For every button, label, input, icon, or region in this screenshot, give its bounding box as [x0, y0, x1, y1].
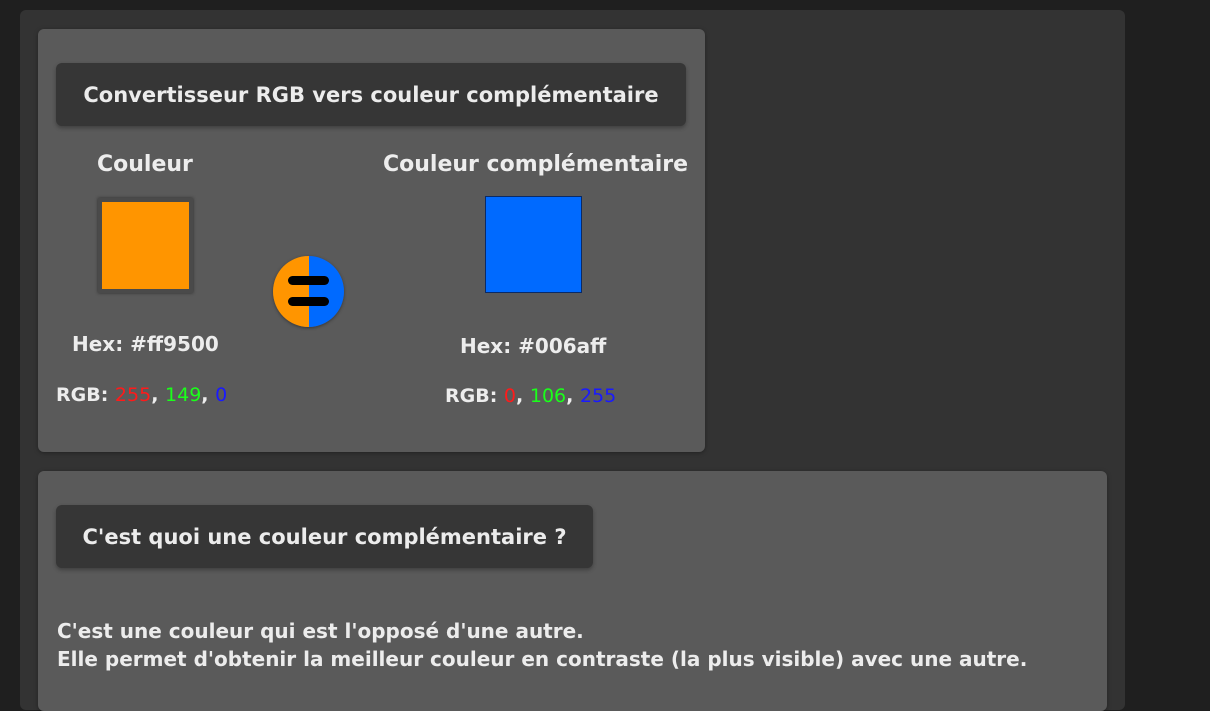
info-line-1: C'est une couleur qui est l'opposé d'une…: [57, 619, 584, 643]
rgb-separator: ,: [566, 385, 580, 407]
source-rgb: RGB: 255, 149, 0: [56, 384, 227, 406]
rgb-green-value: 149: [165, 384, 202, 406]
source-color-swatch[interactable]: [98, 198, 193, 293]
swap-right-half: [308, 256, 344, 327]
info-line-2: Elle permet d'obtenir la meilleur couleu…: [57, 647, 1028, 671]
rgb-prefix: RGB:: [56, 384, 115, 406]
rgb-separator: ,: [151, 384, 166, 406]
rgb-red-value: 255: [114, 384, 152, 406]
converter-title: Convertisseur RGB vers couleur complémen…: [56, 63, 686, 126]
rgb-separator: ,: [516, 385, 530, 407]
rgb-prefix: RGB:: [445, 385, 504, 407]
complement-heading: Couleur complémentaire: [383, 152, 689, 177]
source-hex: Hex: #ff9500: [72, 332, 219, 356]
complement-color-swatch: [485, 196, 582, 293]
complement-rgb: RGB: 0, 106, 255: [445, 385, 616, 407]
rgb-blue-value: 255: [579, 385, 617, 407]
rgb-separator: ,: [201, 384, 216, 406]
complement-hex: Hex: #006aff: [460, 334, 607, 358]
rgb-green-value: 106: [529, 385, 567, 407]
source-heading: Couleur: [97, 152, 193, 177]
converter-card: Convertisseur RGB vers couleur complémen…: [38, 29, 705, 452]
info-paragraph: C'est une couleur qui est l'opposé d'une…: [57, 617, 1027, 673]
info-card: C'est quoi une couleur complémentaire ? …: [38, 471, 1107, 711]
equals-icon[interactable]: [273, 256, 344, 327]
equals-bar-top: [288, 276, 329, 285]
equals-bar-bottom: [288, 297, 329, 306]
info-title: C'est quoi une couleur complémentaire ?: [56, 505, 593, 568]
rgb-red-value: 0: [503, 385, 517, 407]
rgb-blue-value: 0: [215, 384, 228, 406]
swap-left-half: [273, 256, 309, 327]
